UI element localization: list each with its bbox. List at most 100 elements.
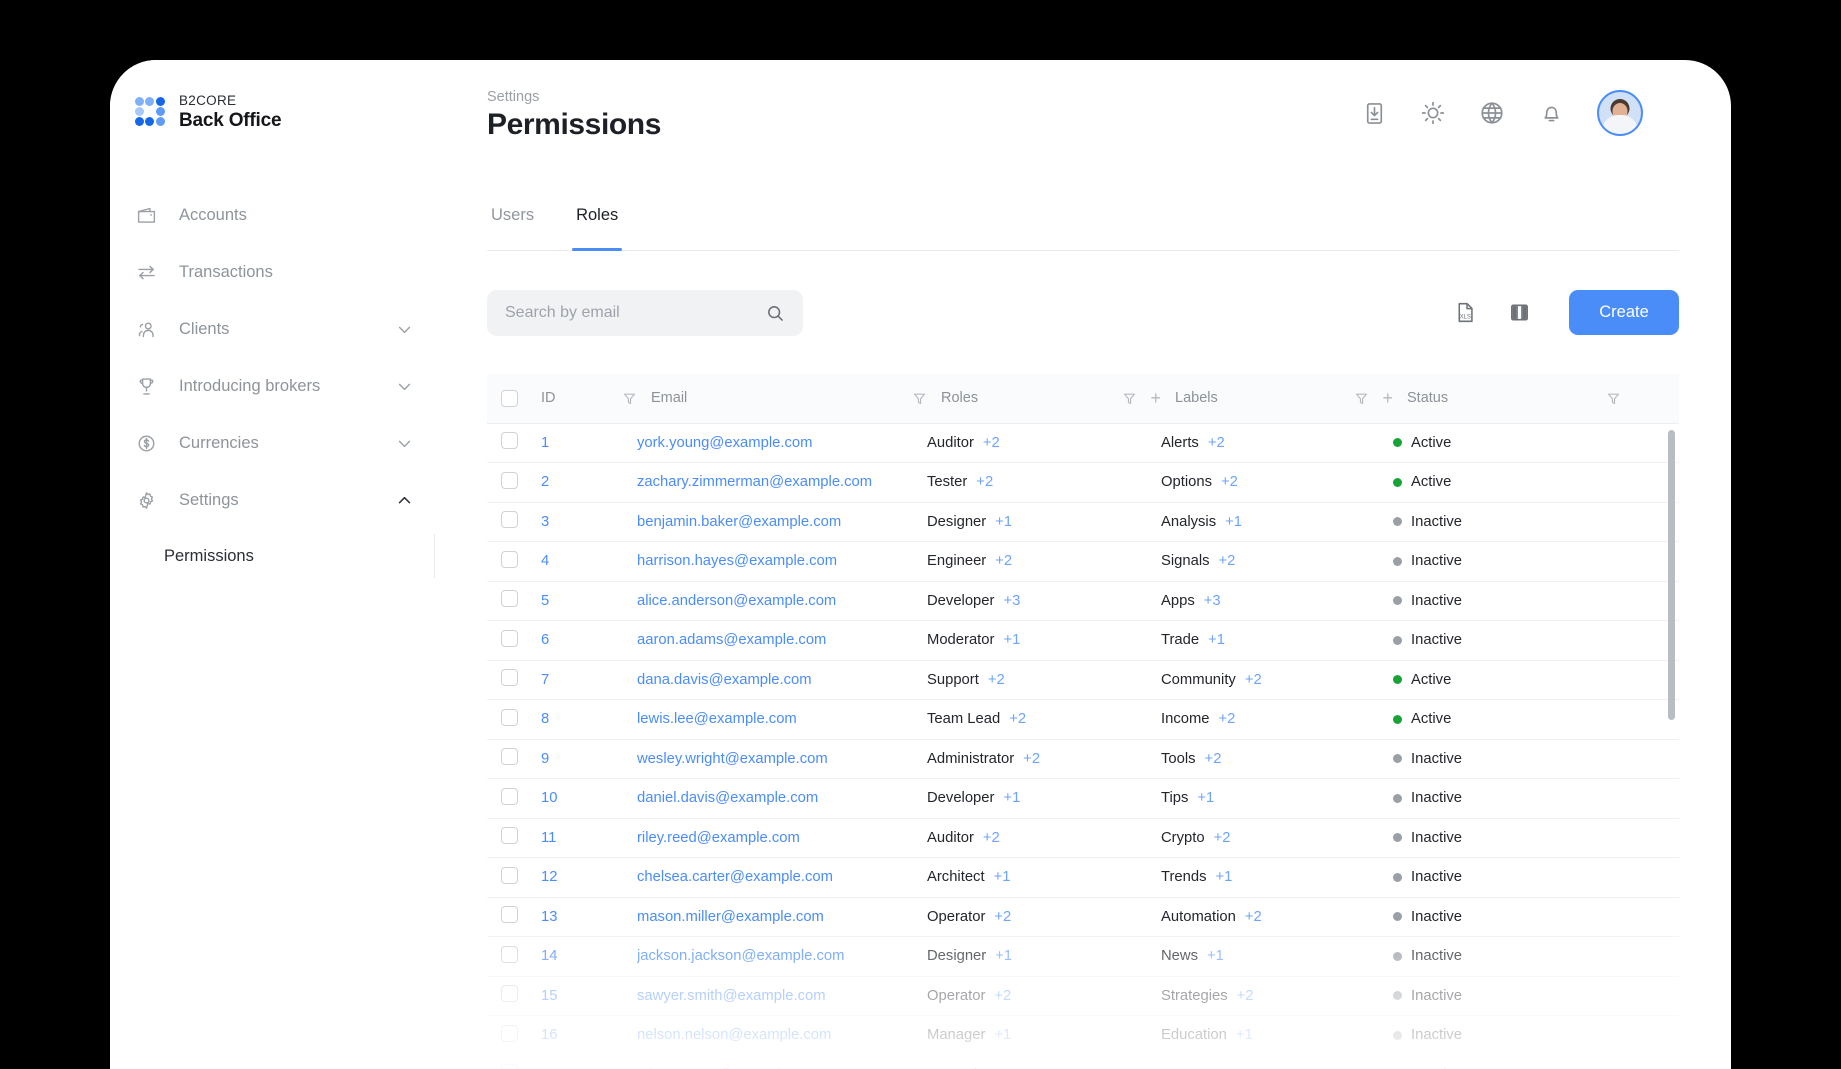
row-role-more[interactable]: +2 xyxy=(1009,711,1026,727)
row-email-link[interactable]: daniel.davis@example.com xyxy=(637,790,818,806)
row-label-more[interactable]: +3 xyxy=(1204,593,1221,609)
columns-icon[interactable] xyxy=(1507,301,1531,325)
row-id-link[interactable]: 13 xyxy=(541,909,557,925)
table-row[interactable]: 4 harrison.hayes@example.com Engineer +2 Sig… xyxy=(487,541,1679,582)
row-checkbox[interactable] xyxy=(501,945,518,963)
row-checkbox[interactable] xyxy=(501,708,518,726)
row-email-link[interactable]: dana.davis@example.com xyxy=(637,672,812,688)
row-role-more[interactable]: +1 xyxy=(995,514,1012,530)
row-role-more[interactable]: +2 xyxy=(995,553,1012,569)
table-row[interactable]: 6 aaron.adams@example.com Moderator +1 Trade… xyxy=(487,620,1679,661)
download-icon[interactable] xyxy=(1361,100,1387,126)
row-id-link[interactable]: 14 xyxy=(541,948,557,964)
row-role-more[interactable]: +1 xyxy=(994,1027,1011,1043)
row-id-link[interactable]: 4 xyxy=(541,553,549,569)
row-email-link[interactable]: lewis.lee@example.com xyxy=(637,711,797,727)
row-checkbox[interactable] xyxy=(501,629,518,647)
row-checkbox[interactable] xyxy=(501,787,518,805)
row-role-more[interactable]: +2 xyxy=(983,435,1000,451)
row-role-more[interactable]: +1 xyxy=(1003,632,1020,648)
chevron-down-icon[interactable] xyxy=(396,321,413,338)
sidebar-item-transactions[interactable]: Transactions xyxy=(110,244,435,301)
row-email-link[interactable]: jackson.jackson@example.com xyxy=(637,948,844,964)
select-all-checkbox[interactable] xyxy=(501,389,518,407)
row-role-more[interactable]: +2 xyxy=(988,672,1005,688)
row-id-link[interactable]: 11 xyxy=(541,830,556,846)
row-role-more[interactable]: +2 xyxy=(976,474,993,490)
table-row[interactable]: 9 wesley.wright@example.com Administrator +… xyxy=(487,739,1679,779)
row-email-link[interactable]: mason.miller@example.com xyxy=(637,909,824,925)
row-id-link[interactable]: 7 xyxy=(541,672,549,688)
create-button[interactable]: Create xyxy=(1569,290,1679,335)
row-label-more[interactable]: +2 xyxy=(1219,553,1236,569)
sun-icon[interactable] xyxy=(1420,100,1446,126)
filter-icon-email[interactable] xyxy=(912,391,927,406)
row-id-link[interactable]: 2 xyxy=(541,474,549,490)
row-id-link[interactable]: 8 xyxy=(541,711,549,727)
row-label-more[interactable]: +1 xyxy=(1236,1027,1253,1043)
row-email-link[interactable]: chelsea.carter@example.com xyxy=(637,869,833,885)
row-checkbox[interactable] xyxy=(501,906,518,924)
row-label-more[interactable]: +2 xyxy=(1219,711,1236,727)
row-email-link[interactable]: harrison.hayes@example.com xyxy=(637,553,837,569)
row-label-more[interactable]: +2 xyxy=(1208,435,1225,451)
chevron-down-icon[interactable] xyxy=(396,378,413,395)
row-id-link[interactable]: 1 xyxy=(541,435,549,451)
row-email-link[interactable]: aaron.adams@example.com xyxy=(637,632,826,648)
row-role-more[interactable]: +3 xyxy=(1003,593,1020,609)
row-checkbox[interactable] xyxy=(501,550,518,568)
chevron-down-icon[interactable] xyxy=(396,435,413,452)
row-checkbox[interactable] xyxy=(501,590,518,608)
sidebar-item-permissions[interactable]: Permissions xyxy=(110,529,435,583)
row-checkbox[interactable] xyxy=(501,827,518,845)
row-id-link[interactable]: 6 xyxy=(541,632,549,648)
table-row[interactable]: 14 jackson.jackson@example.com Designer +1 N… xyxy=(487,936,1679,977)
chevron-up-icon[interactable] xyxy=(396,492,413,509)
sidebar-item-settings[interactable]: Settings xyxy=(110,472,435,529)
row-checkbox[interactable] xyxy=(501,432,518,450)
filter-icon-status[interactable] xyxy=(1606,391,1621,406)
row-label-more[interactable]: +1 xyxy=(1225,514,1242,530)
row-checkbox[interactable] xyxy=(501,1024,518,1042)
row-checkbox[interactable] xyxy=(501,471,518,489)
sidebar-item-introducing-brokers[interactable]: Introducing brokers xyxy=(110,358,435,415)
search-input[interactable] xyxy=(505,304,765,322)
table-row[interactable]: 3 benjamin.baker@example.com Designer +1 Ana… xyxy=(487,502,1679,542)
brand-logo-block[interactable]: B2CORE Back Office xyxy=(110,60,435,131)
sidebar-item-currencies[interactable]: Currencies xyxy=(110,415,435,472)
row-label-more[interactable]: +1 xyxy=(1216,869,1233,885)
table-row[interactable]: 17ethan.evans@example.comSupervisor+3Inv… xyxy=(487,1055,1679,1069)
row-label-more[interactable]: +2 xyxy=(1205,751,1222,767)
table-row[interactable]: 10 daniel.davis@example.com Developer +1 Tip… xyxy=(487,778,1679,819)
row-id-link[interactable]: 16 xyxy=(541,1027,557,1043)
row-checkbox[interactable] xyxy=(501,669,518,687)
add-column-labels-icon[interactable]: + xyxy=(1382,389,1393,407)
row-role-more[interactable]: +1 xyxy=(1003,790,1020,806)
row-id-link[interactable]: 3 xyxy=(541,514,549,530)
row-email-link[interactable]: alice.anderson@example.com xyxy=(637,593,836,609)
table-scrollbar-thumb[interactable] xyxy=(1668,430,1675,720)
row-email-link[interactable]: benjamin.baker@example.com xyxy=(637,514,841,530)
row-label-more[interactable]: +2 xyxy=(1245,909,1262,925)
row-email-link[interactable]: zachary.zimmerman@example.com xyxy=(637,474,872,490)
row-label-more[interactable]: +1 xyxy=(1208,632,1225,648)
tab-users[interactable]: Users xyxy=(487,206,538,250)
row-email-link[interactable]: wesley.wright@example.com xyxy=(637,751,828,767)
row-email-link[interactable]: nelson.nelson@example.com xyxy=(637,1027,831,1043)
table-row[interactable]: 2 zachary.zimmerman@example.com Tester +2 Op… xyxy=(487,462,1679,503)
row-label-more[interactable]: +2 xyxy=(1237,988,1254,1004)
table-row[interactable]: 15 sawyer.smith@example.com Operator +2 Stra… xyxy=(487,976,1679,1016)
row-role-more[interactable]: +2 xyxy=(1023,751,1040,767)
row-email-link[interactable]: sawyer.smith@example.com xyxy=(637,988,826,1004)
filter-icon-labels[interactable] xyxy=(1354,391,1369,406)
row-id-link[interactable]: 5 xyxy=(541,593,549,609)
row-id-link[interactable]: 15 xyxy=(541,988,557,1004)
filter-icon-roles[interactable] xyxy=(1122,391,1137,406)
row-label-more[interactable]: +2 xyxy=(1214,830,1231,846)
row-email-link[interactable]: york.young@example.com xyxy=(637,435,812,451)
table-row[interactable]: 13 mason.miller@example.com Operator +2 Auto… xyxy=(487,897,1679,937)
table-row[interactable]: 1 york.young@example.com Auditor +2 Alerts +2… xyxy=(487,423,1679,463)
table-row[interactable]: 8 lewis.lee@example.com Team Lead +2 Income +… xyxy=(487,699,1679,740)
xls-export-icon[interactable]: XLS xyxy=(1453,301,1477,325)
row-id-link[interactable]: 9 xyxy=(541,751,549,767)
